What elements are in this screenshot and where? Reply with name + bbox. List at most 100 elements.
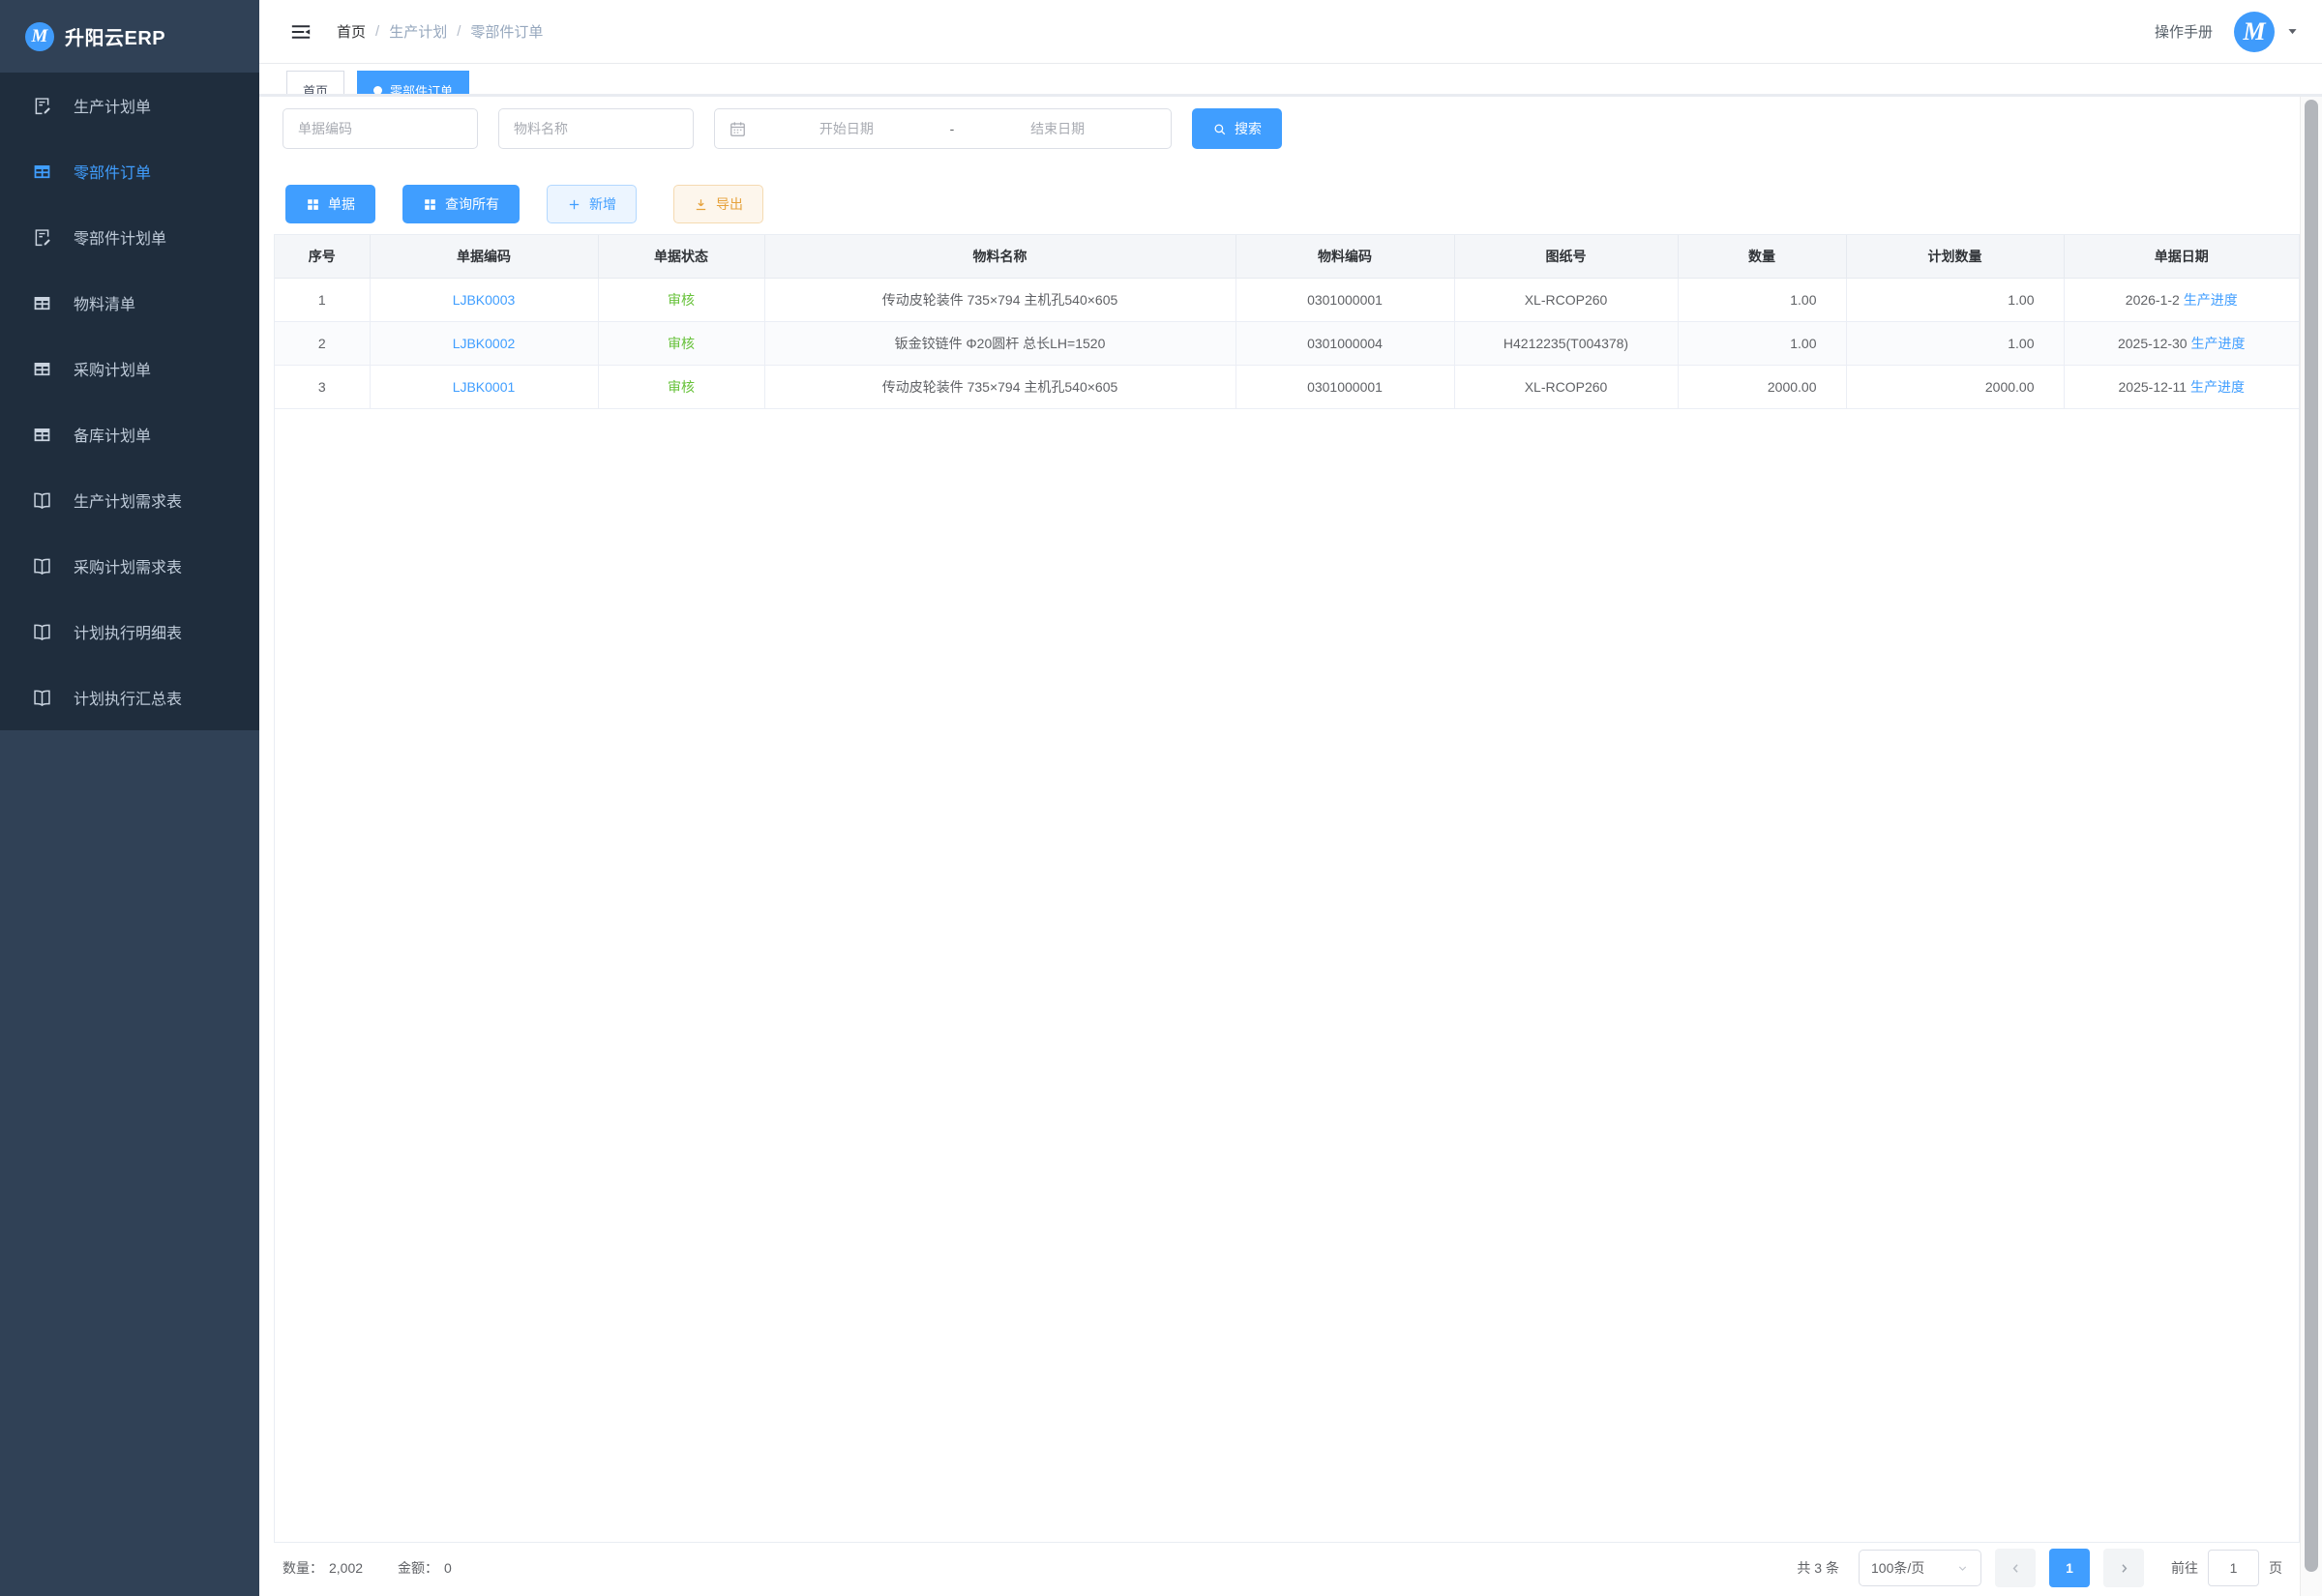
- column-header-material_code: 物料编码: [1235, 235, 1454, 278]
- sidebar-item-parts-plan-order[interactable]: 零部件计划单: [0, 204, 259, 270]
- sidebar-item-parts-order[interactable]: 零部件订单: [0, 138, 259, 204]
- sidebar-item-label: 零部件计划单: [74, 225, 234, 249]
- grid-icon: [423, 197, 437, 212]
- sidebar-item-stock-plan-order[interactable]: 备库计划单: [0, 401, 259, 467]
- table-row[interactable]: 3LJBK0001审核传动皮轮装件 735×794 主机孔540×6050301…: [275, 365, 2299, 408]
- date-end-input[interactable]: [958, 120, 1157, 137]
- breadcrumb-separator: /: [375, 23, 379, 40]
- search-icon: [1212, 122, 1227, 136]
- sidebar-item-material-list[interactable]: 物料清单: [0, 270, 259, 336]
- cell-code: LJBK0002: [370, 321, 598, 365]
- sidebar-item-plan-exec-detail[interactable]: 计划执行明细表: [0, 599, 259, 665]
- cell-qty: 2000.00: [1678, 365, 1846, 408]
- doc-button[interactable]: 单据: [285, 185, 375, 223]
- column-header-material_name: 物料名称: [764, 235, 1235, 278]
- table-grid-icon: [32, 359, 52, 379]
- cell-index: 2: [275, 321, 370, 365]
- sidebar-item-label: 采购计划需求表: [74, 554, 234, 577]
- avatar[interactable]: M: [2234, 12, 2275, 52]
- sidebar: M 升阳云ERP 经营总控流程管理办公管理料品档案研发管理销售管理销售报表生产计…: [0, 0, 259, 1596]
- table-row[interactable]: 1LJBK0003审核传动皮轮装件 735×794 主机孔540×6050301…: [275, 278, 2299, 321]
- cell-drawing_no: XL-RCOP260: [1454, 365, 1678, 408]
- add-button[interactable]: 新增: [547, 185, 637, 223]
- orders-table: 序号单据编码单据状态物料名称物料编码图纸号数量计划数量单据日期 1LJBK000…: [275, 235, 2299, 409]
- sidebar-item-label: 生产计划单: [74, 94, 234, 117]
- tab-home[interactable]: 首页: [286, 71, 344, 97]
- breadcrumb-item[interactable]: 首页: [337, 21, 366, 42]
- order-code-link[interactable]: LJBK0003: [453, 292, 516, 308]
- doc-code-input[interactable]: [283, 108, 478, 149]
- amount-value: 0: [444, 1560, 452, 1576]
- qty-value: 2,002: [329, 1560, 363, 1576]
- material-name-input[interactable]: [498, 108, 694, 149]
- manual-link[interactable]: 操作手册: [2155, 21, 2213, 42]
- order-date: 2025-12-30: [2118, 336, 2191, 351]
- sidebar-nav: 经营总控流程管理办公管理料品档案研发管理销售管理销售报表生产计划生产计划单零部件…: [0, 73, 259, 730]
- vertical-scrollbar[interactable]: [2300, 97, 2322, 1596]
- date-start-input[interactable]: [747, 120, 946, 137]
- cell-date: 2025-12-30 生产进度: [2064, 321, 2299, 365]
- grid-icon: [306, 197, 320, 212]
- order-date: 2026-1-2: [2126, 292, 2184, 308]
- sidebar-item-purchase-plan-demand[interactable]: 采购计划需求表: [0, 533, 259, 599]
- status-badge: 审核: [668, 336, 695, 351]
- production-progress-link[interactable]: 生产进度: [2190, 379, 2245, 395]
- date-separator: -: [946, 121, 959, 136]
- calendar-icon: [729, 120, 747, 138]
- order-code-link[interactable]: LJBK0001: [453, 379, 516, 395]
- production-progress-link[interactable]: 生产进度: [2191, 336, 2246, 351]
- cell-code: LJBK0003: [370, 278, 598, 321]
- cell-date: 2026-1-2 生产进度: [2064, 278, 2299, 321]
- cell-material_name: 传动皮轮装件 735×794 主机孔540×605: [764, 278, 1235, 321]
- sidebar-item-purchase-plan-order[interactable]: 采购计划单: [0, 336, 259, 401]
- cell-status: 审核: [598, 365, 764, 408]
- chevron-down-icon: [1956, 1562, 1969, 1575]
- table-footer: 数量： 2,002 金额： 0 共 3 条 100条/页 1: [283, 1540, 2282, 1596]
- active-tab-dot: [373, 86, 382, 95]
- cell-index: 1: [275, 278, 370, 321]
- goto-page-input[interactable]: [2208, 1550, 2259, 1586]
- table-grid-icon: [32, 425, 52, 445]
- cell-plan_qty: 1.00: [1846, 321, 2064, 365]
- column-header-plan_qty: 计划数量: [1846, 235, 2064, 278]
- sidebar-item-label: 生产计划需求表: [74, 488, 234, 512]
- tab-parts-order[interactable]: 零部件订单: [357, 71, 469, 97]
- page-number-button[interactable]: 1: [2049, 1549, 2090, 1587]
- page-size-select[interactable]: 100条/页: [1859, 1550, 1981, 1586]
- production-progress-link[interactable]: 生产进度: [2184, 292, 2238, 308]
- prev-page-button[interactable]: [1995, 1549, 2036, 1587]
- next-page-button[interactable]: [2103, 1549, 2144, 1587]
- sidebar-item-label: 物料清单: [74, 291, 234, 314]
- brand-title: 升阳云ERP: [65, 22, 165, 50]
- export-button[interactable]: 导出: [673, 185, 763, 223]
- sidebar-item-production-plan-order[interactable]: 生产计划单: [0, 73, 259, 138]
- book-icon: [32, 556, 52, 576]
- query-all-button[interactable]: 查询所有: [402, 185, 520, 223]
- scrollbar-thumb[interactable]: [2305, 100, 2318, 1572]
- filter-bar: - 搜索: [283, 108, 2300, 149]
- total-count: 共 3 条: [1797, 1558, 1839, 1578]
- amount-label: 金额：: [398, 1558, 438, 1578]
- cell-status: 审核: [598, 321, 764, 365]
- caret-down-icon[interactable]: [2286, 25, 2299, 38]
- date-range-picker[interactable]: -: [714, 108, 1172, 149]
- sidebar-item-plan-exec-summary[interactable]: 计划执行汇总表: [0, 665, 259, 730]
- breadcrumb-item[interactable]: 生产计划: [389, 21, 447, 42]
- brand-logo-icon: M: [25, 22, 54, 51]
- table-row[interactable]: 2LJBK0002审核钣金铰链件 Φ20圆杆 总长LH=152003010000…: [275, 321, 2299, 365]
- top-header: 首页/生产计划/零部件订单 操作手册 M: [259, 0, 2322, 64]
- order-code-link[interactable]: LJBK0002: [453, 336, 516, 351]
- status-badge: 审核: [668, 292, 695, 308]
- table-grid-icon: [32, 162, 52, 182]
- goto-page: 前往 页: [2171, 1550, 2282, 1586]
- sidebar-item-label: 备库计划单: [74, 423, 234, 446]
- arrow-left-icon: [2009, 1561, 2023, 1576]
- doc-edit-icon: [32, 227, 52, 248]
- plus-icon: [567, 197, 581, 212]
- hamburger-icon[interactable]: [290, 21, 312, 43]
- header-actions: 操作手册 M: [2155, 12, 2299, 52]
- cell-drawing_no: H4212235(T004378): [1454, 321, 1678, 365]
- sidebar-item-production-plan-demand[interactable]: 生产计划需求表: [0, 467, 259, 533]
- search-button[interactable]: 搜索: [1192, 108, 1282, 149]
- goto-label: 前往: [2171, 1558, 2198, 1578]
